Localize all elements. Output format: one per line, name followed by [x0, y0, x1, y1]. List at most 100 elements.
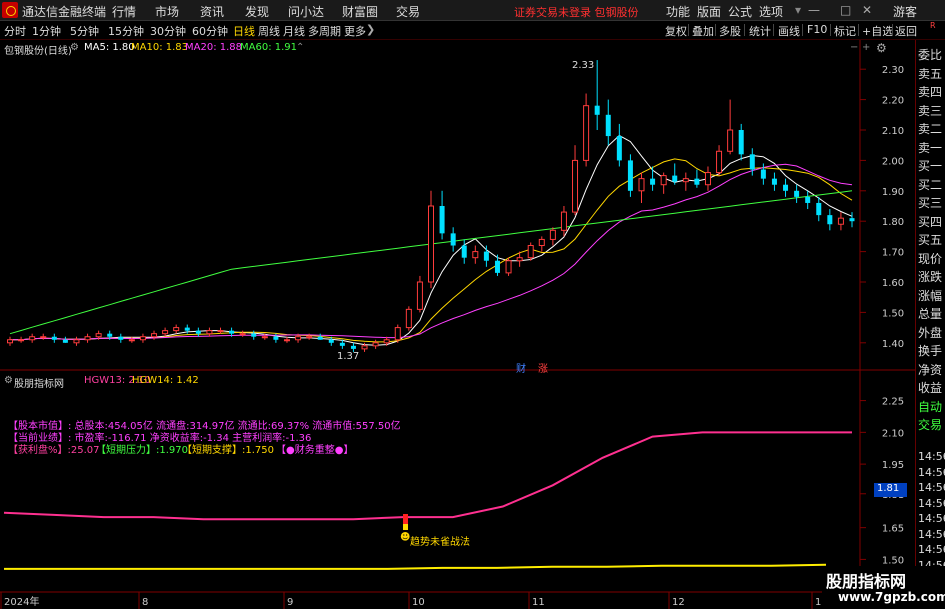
info-restructure: 【●财务重整●】 [276, 445, 354, 456]
candle-body [195, 330, 201, 334]
period-multi[interactable]: 多周期 [308, 23, 341, 39]
candle-body [173, 327, 180, 332]
more-dropdown-icon[interactable]: ❯ [366, 23, 375, 36]
candle-body [18, 339, 25, 342]
right-panel-item[interactable]: 卖四 [918, 83, 942, 100]
right-panel-item[interactable]: 交易 [918, 416, 942, 433]
right-panel-item[interactable]: 涨跌 [918, 268, 942, 285]
candle-body [616, 136, 622, 161]
menu-wealth[interactable]: 财富圈 [342, 3, 378, 20]
right-panel-item[interactable]: 买二 [918, 176, 942, 193]
chart-area[interactable]: 2.30 2.20 2.10 2.00 1.90 1.80 1.70 1.60 1.50 1.40… [0, 40, 915, 609]
right-panel-time: 14:56 [918, 481, 945, 494]
settings-gear-icon[interactable]: ⚙ [70, 42, 79, 53]
candle-body [84, 336, 91, 341]
x-axis-label: 2024年 [4, 595, 39, 608]
draw-line-button[interactable]: 画线 [778, 23, 800, 39]
right-panel-item[interactable]: 委比 [918, 46, 942, 63]
chart-settings-icon[interactable]: ⚙ [876, 41, 887, 55]
menu-collapse-icon[interactable]: ▾ [795, 3, 801, 17]
maximize-icon[interactable]: □ [840, 3, 851, 17]
info-support: 【短期支撑】:1.750 [182, 445, 274, 456]
period-monthly[interactable]: 月线 [283, 23, 305, 39]
right-panel-item[interactable]: 外盘 [918, 324, 942, 341]
zoom-out-icon[interactable]: − [850, 42, 858, 53]
right-panel-item[interactable]: 自动 [918, 398, 942, 415]
indicator-settings-icon[interactable]: ⚙ [4, 375, 13, 386]
close-icon[interactable]: ✕ [862, 3, 872, 17]
menu-formula[interactable]: 公式 [728, 3, 752, 20]
right-panel-item[interactable]: 买一 [918, 157, 942, 174]
candle-body [128, 339, 135, 342]
right-panel-item[interactable]: 买四 [918, 213, 942, 230]
add-watchlist-button[interactable]: +自选 [862, 23, 893, 39]
x-axis-label: 12 [672, 597, 685, 608]
candle-body [73, 339, 80, 344]
right-panel-item[interactable]: 买三 [918, 194, 942, 211]
period-1min[interactable]: 1分钟 [32, 23, 61, 39]
candle-body [538, 238, 545, 247]
period-daily[interactable]: 日线 [233, 23, 255, 39]
info-resistance: 【短期压力】:1.970 [96, 445, 188, 456]
menu-quotes[interactable]: 行情 [112, 3, 136, 20]
menu-trade[interactable]: 交易 [396, 3, 420, 20]
guest-label[interactable]: 游客 [893, 3, 917, 20]
menu-options[interactable]: 选项 [759, 3, 783, 20]
candle-body [638, 178, 645, 192]
finance-marker[interactable]: 财 [516, 360, 526, 375]
high-price-label: 2.33 [572, 60, 595, 71]
menu-discover[interactable]: 发现 [245, 3, 269, 20]
period-5min[interactable]: 5分钟 [70, 23, 99, 39]
main-y-tick: 1.60 [882, 278, 904, 289]
candle-body [40, 336, 47, 339]
restore-rights-button[interactable]: 复权 [665, 23, 687, 39]
x-axis-label: 8 [142, 597, 148, 608]
right-panel-item[interactable]: 卖二 [918, 120, 942, 137]
period-intraday[interactable]: 分时 [4, 23, 26, 39]
period-15min[interactable]: 15分钟 [108, 23, 144, 39]
legend-collapse-icon[interactable]: ⌃ [296, 42, 304, 53]
right-panel-item[interactable]: 换手 [918, 342, 942, 359]
right-panel-item[interactable]: 收益 [918, 379, 942, 396]
panel-top-label: R [930, 21, 936, 30]
ma60-legend: MA60: 1.91 [240, 42, 298, 53]
period-toolbar: 分时 1分钟 5分钟 15分钟 30分钟 60分钟 日线 周线 月线 多周期 更… [0, 21, 945, 40]
watermark-url: www.7gpzb.com [838, 590, 945, 604]
right-panel-item[interactable]: 买五 [918, 231, 942, 248]
right-panel-item[interactable]: 总量 [918, 305, 942, 322]
right-panel-item[interactable]: 卖一 [918, 139, 942, 156]
period-weekly[interactable]: 周线 [258, 23, 280, 39]
candle-body [704, 172, 711, 186]
menu-function[interactable]: 功能 [666, 3, 690, 20]
statistics-button[interactable]: 统计 [749, 23, 771, 39]
candle-body [372, 342, 379, 347]
right-panel-item[interactable]: 现价 [918, 250, 942, 267]
ma20-legend: MA20: 1.88 [185, 42, 243, 53]
overlay-button[interactable]: 叠加 [692, 23, 714, 39]
minimize-icon[interactable]: — [808, 3, 820, 17]
right-panel-item[interactable]: 卖三 [918, 102, 942, 119]
signal-bar-yellow [403, 524, 408, 530]
login-notice[interactable]: 证券交易未登录 包钢股份 [514, 4, 639, 20]
right-panel-item[interactable]: 卖五 [918, 65, 942, 82]
menu-news[interactable]: 资讯 [200, 3, 224, 20]
multi-stock-button[interactable]: 多股 [719, 23, 741, 39]
rise-marker[interactable]: 涨 [538, 360, 548, 375]
period-more[interactable]: 更多 [344, 23, 366, 39]
back-button[interactable]: 返回 [895, 23, 917, 39]
f10-button[interactable]: F10 [807, 23, 827, 36]
app-logo-icon [2, 2, 18, 18]
right-panel-item[interactable]: 净资 [918, 361, 942, 378]
candle-body [118, 336, 124, 340]
mark-button[interactable]: 标记 [834, 23, 856, 39]
right-panel-item[interactable]: 涨幅 [918, 287, 942, 304]
candle-body [549, 229, 556, 240]
menu-layout[interactable]: 版面 [697, 3, 721, 20]
period-30min[interactable]: 30分钟 [150, 23, 186, 39]
zoom-in-icon[interactable]: + [862, 42, 870, 53]
candle-body [405, 308, 412, 329]
period-60min[interactable]: 60分钟 [192, 23, 228, 39]
menu-market[interactable]: 市场 [155, 3, 179, 20]
right-panel-time: 14:56 [918, 543, 945, 556]
menu-ask[interactable]: 问小达 [288, 3, 324, 20]
